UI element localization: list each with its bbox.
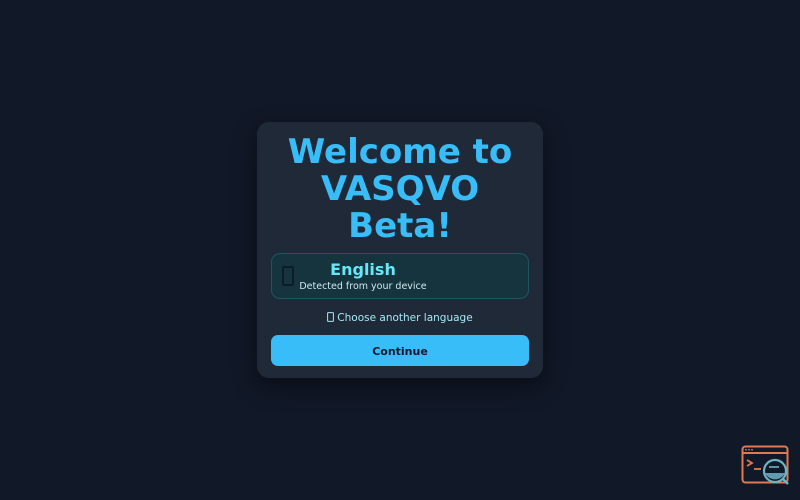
- choose-another-language-label: Choose another language: [337, 312, 473, 324]
- continue-button[interactable]: Continue: [271, 335, 529, 366]
- page-background: Welcome to VASQVO Beta! English Detected…: [0, 0, 800, 500]
- globe-icon: [327, 312, 335, 322]
- detected-language-option[interactable]: English Detected from your device: [271, 253, 529, 299]
- welcome-title-line-1: Welcome to: [287, 132, 513, 172]
- language-detected-note: Detected from your device: [299, 281, 427, 292]
- language-name: English: [330, 260, 396, 279]
- welcome-title-line-2: VASQVO: [320, 169, 480, 209]
- welcome-title-line-3: Beta!: [348, 206, 452, 246]
- welcome-title: Welcome to VASQVO Beta!: [257, 134, 543, 245]
- welcome-card: Welcome to VASQVO Beta! English Detected…: [257, 122, 543, 378]
- debug-console-icon[interactable]: [741, 445, 791, 487]
- choose-another-language-link[interactable]: Choose another language: [257, 311, 543, 325]
